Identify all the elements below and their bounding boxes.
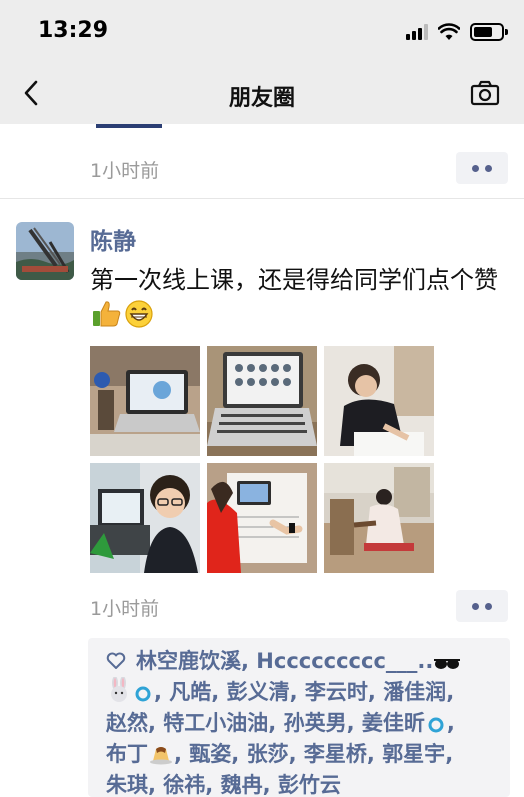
photo-5[interactable]	[207, 463, 317, 573]
pudding-emoji	[150, 747, 172, 765]
avatar[interactable]	[16, 222, 74, 280]
post-time: 1小时前	[90, 598, 160, 620]
liker-name[interactable]: 朱琪	[106, 773, 148, 797]
grin-emoji	[125, 300, 153, 328]
likes-line-5: 朱琪, 徐祎, 魏冉, 彭竹云	[106, 773, 341, 797]
more-dots-icon	[472, 602, 479, 610]
liker-name[interactable]: 甄姿	[189, 742, 231, 766]
likes-panel: 林空鹿饮溪, Hccccccccc___.. , 凡皓, 彭义清, 李云时, 潘…	[88, 638, 510, 797]
liker-name[interactable]: 张莎	[247, 742, 289, 766]
battery-icon	[470, 23, 508, 41]
liker-name[interactable]: 凡皓	[169, 680, 211, 704]
liker-name[interactable]: 林空鹿饮溪	[136, 649, 241, 673]
liker-name[interactable]: 彭义清	[227, 680, 290, 704]
wifi-icon	[438, 23, 460, 40]
photo-1[interactable]	[90, 346, 200, 456]
status-icons	[406, 20, 508, 44]
photo-6[interactable]	[324, 463, 434, 573]
post-text-content: 第一次线上课，还是得给同学们点个赞	[90, 266, 498, 294]
liker-name[interactable]: 彭竹云	[278, 773, 341, 797]
liker-name-emoji[interactable]	[106, 677, 154, 704]
sunglasses-emoji	[434, 659, 461, 669]
previous-post-time: 1小时前	[90, 160, 160, 182]
liker-name[interactable]: 徐祎	[163, 773, 205, 797]
liker-name[interactable]: 布丁	[106, 742, 148, 766]
photo-grid	[90, 346, 436, 574]
cellular-signal-icon	[406, 24, 428, 40]
liker-name[interactable]: Hccccccccc___..	[256, 649, 433, 673]
rabbit-emoji	[111, 677, 127, 702]
previous-post-more-button[interactable]	[456, 152, 508, 184]
liker-name[interactable]: 李云时	[305, 680, 368, 704]
likes-line-3: 赵然, 特工小油油, 孙英男, 姜佳昕,	[106, 711, 455, 735]
page-title: 朋友圈	[228, 86, 295, 111]
liker-name[interactable]: 郭星宇	[382, 742, 445, 766]
liker-name[interactable]: 潘佳润	[383, 680, 446, 704]
likes-line-4: 布丁, 甄姿, 张莎, 李星桥, 郭星宇,	[106, 742, 454, 766]
post-text: 第一次线上课，还是得给同学们点个赞	[90, 262, 510, 334]
likes-line-1: 林空鹿饮溪, Hccccccccc___..	[106, 646, 500, 677]
photo-4[interactable]	[90, 463, 200, 573]
heart-icon	[106, 652, 126, 669]
ring-emoji	[428, 717, 444, 733]
thumbs-up-emoji	[93, 301, 121, 327]
liker-name[interactable]: 李星桥	[304, 742, 367, 766]
photo-2[interactable]	[207, 346, 317, 456]
camera-icon[interactable]	[470, 80, 500, 106]
post-divider	[0, 198, 524, 199]
more-dots-icon	[472, 164, 479, 172]
status-time: 13:29	[38, 18, 109, 43]
liker-name[interactable]: 特工小油油	[163, 711, 268, 735]
liker-name[interactable]: 姜佳昕	[362, 711, 425, 735]
ring-emoji	[135, 686, 151, 702]
post-author[interactable]: 陈静	[90, 222, 136, 256]
post-more-button[interactable]	[456, 590, 508, 622]
liker-name[interactable]: 魏冉	[221, 773, 263, 797]
previous-post-image-edge[interactable]	[96, 124, 162, 128]
top-bar: 13:29 朋友圈	[0, 0, 524, 124]
liker-name[interactable]: 孙英男	[284, 711, 347, 735]
liker-name[interactable]: 赵然	[106, 711, 148, 735]
likes-line-2: , 凡皓, 彭义清, 李云时, 潘佳润,	[106, 677, 500, 708]
photo-3[interactable]	[324, 346, 434, 456]
